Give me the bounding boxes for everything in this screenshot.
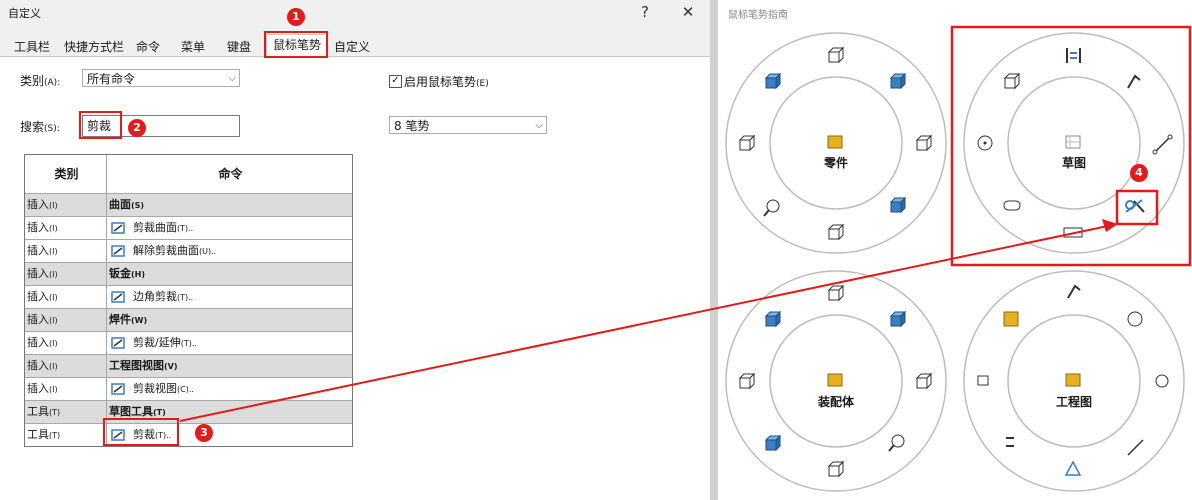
highlight-trim-command <box>103 418 179 446</box>
command-cell[interactable]: 剪裁曲面(T).. <box>107 217 352 239</box>
tab-commands[interactable]: 命令 <box>130 36 166 58</box>
table-row[interactable]: 插入(I) 解除剪裁曲面(U).. <box>25 239 352 262</box>
table-header: 类别 命令 <box>25 155 352 193</box>
wheel-label-assembly: 装配体 <box>817 395 854 409</box>
step-badge-2: 2 <box>128 119 146 137</box>
table-body: 插入(I) 曲面(S) 插入(I) 剪裁曲面(T).. 插入(I) 解除剪裁曲面(U)..… <box>25 193 352 446</box>
category-value: 所有命令 <box>87 72 136 86</box>
tab-menus[interactable]: 菜单 <box>172 36 214 58</box>
category-cell: 插入(I) <box>25 217 107 239</box>
customize-dialog: 自定义 ? ✕ 工具栏 快捷方式栏 命令 菜单 键盘 鼠标笔势 自定义 类别(A… <box>0 0 710 500</box>
chevron-down-icon: ⌵ <box>535 120 543 131</box>
window-title: 自定义 <box>8 7 41 20</box>
title-bar: 自定义 ? ✕ <box>0 0 710 26</box>
command-cell[interactable]: 剪裁视图(C).. <box>107 378 352 400</box>
category-cell: 插入(I) <box>25 355 107 377</box>
category-cell: 插入(I) <box>25 194 107 216</box>
category-select[interactable]: 所有命令 ⌵ <box>82 69 240 87</box>
trim-extend-icon <box>111 337 125 349</box>
tab-toolbars[interactable]: 工具栏 <box>8 36 56 58</box>
table-category-row[interactable]: 插入(I) 工程图视图(V) <box>25 354 352 377</box>
search-label: 搜索(S): <box>20 120 60 134</box>
command-cell[interactable]: 剪裁/延伸(T).. <box>107 332 352 354</box>
tab-shortcut-bars[interactable]: 快捷方式栏 <box>57 36 131 58</box>
column-header-command: 命令 <box>218 167 243 181</box>
enable-gestures-label: 启用鼠标笔势(E) <box>404 75 489 89</box>
command-cell: 工程图视图(V) <box>109 359 178 372</box>
category-label: 类别(A): <box>20 74 61 88</box>
highlight-mouse-gestures-tab <box>264 31 328 58</box>
step-badge-3: 3 <box>195 424 213 442</box>
command-cell: 钣金(H) <box>109 267 146 280</box>
column-header-category: 类别 <box>25 155 107 193</box>
category-cell: 工具(T) <box>25 401 107 423</box>
table-row[interactable]: 插入(I) 剪裁曲面(T).. <box>25 216 352 239</box>
table-row[interactable]: 工具(T) 剪裁(T).. <box>25 423 352 446</box>
category-cell: 插入(I) <box>25 378 107 400</box>
category-cell: 插入(I) <box>25 309 107 331</box>
step-badge-1: 1 <box>287 8 305 26</box>
table-row[interactable]: 插入(I) 剪裁视图(C).. <box>25 377 352 400</box>
close-button[interactable]: ✕ <box>676 2 700 22</box>
table-category-row[interactable]: 工具(T) 草图工具(T) <box>25 400 352 423</box>
tab-strip: 工具栏 快捷方式栏 命令 菜单 键盘 鼠标笔势 自定义 <box>0 34 710 58</box>
command-cell[interactable]: 解除剪裁曲面(U).. <box>107 240 352 262</box>
table-category-row[interactable]: 插入(I) 曲面(S) <box>25 193 352 216</box>
command-table: 类别 命令 插入(I) 曲面(S) 插入(I) 剪裁曲面(T).. 插入(I) 解除剪裁曲… <box>24 154 353 447</box>
category-cell: 插入(I) <box>25 240 107 262</box>
crop-view-icon <box>111 383 125 395</box>
category-cell: 插入(I) <box>25 332 107 354</box>
enable-gestures-checkbox[interactable]: ✓ <box>389 75 402 88</box>
corner-trim-icon <box>111 291 125 303</box>
table-category-row[interactable]: 插入(I) 钣金(H) <box>25 262 352 285</box>
table-row[interactable]: 插入(I) 剪裁/延伸(T).. <box>25 331 352 354</box>
table-category-row[interactable]: 插入(I) 焊件(W) <box>25 308 352 331</box>
wheel-label-drawing: 工程图 <box>1055 395 1092 409</box>
gesture-count-select[interactable]: 8 笔势 ⌵ <box>389 116 547 134</box>
pane-splitter[interactable] <box>710 0 718 500</box>
guide-title: 鼠标笔势指南 <box>728 10 788 21</box>
trim-surface-icon <box>111 222 125 234</box>
gesture-guide-panel: 鼠标笔势指南 <box>718 0 1192 500</box>
category-cell: 工具(T) <box>25 424 107 446</box>
command-cell: 曲面(S) <box>109 198 145 211</box>
category-cell: 插入(I) <box>25 263 107 285</box>
category-cell: 插入(I) <box>25 286 107 308</box>
step-badge-4: 4 <box>1130 164 1148 182</box>
command-cell[interactable]: 边角剪裁(T).. <box>107 286 352 308</box>
command-cell: 焊件(W) <box>109 313 148 326</box>
wheel-label-part: 零件 <box>823 156 848 170</box>
wheel-label-sketch: 草图 <box>1061 156 1086 170</box>
untrim-surface-icon <box>111 245 125 257</box>
gesture-count-value: 8 笔势 <box>394 119 430 133</box>
chevron-down-icon: ⌵ <box>228 73 236 84</box>
highlight-search-input <box>79 111 122 139</box>
help-button[interactable]: ? <box>633 2 657 22</box>
tab-keyboard[interactable]: 键盘 <box>218 36 260 58</box>
table-row[interactable]: 插入(I) 边角剪裁(T).. <box>25 285 352 308</box>
tab-customize[interactable]: 自定义 <box>328 36 376 58</box>
